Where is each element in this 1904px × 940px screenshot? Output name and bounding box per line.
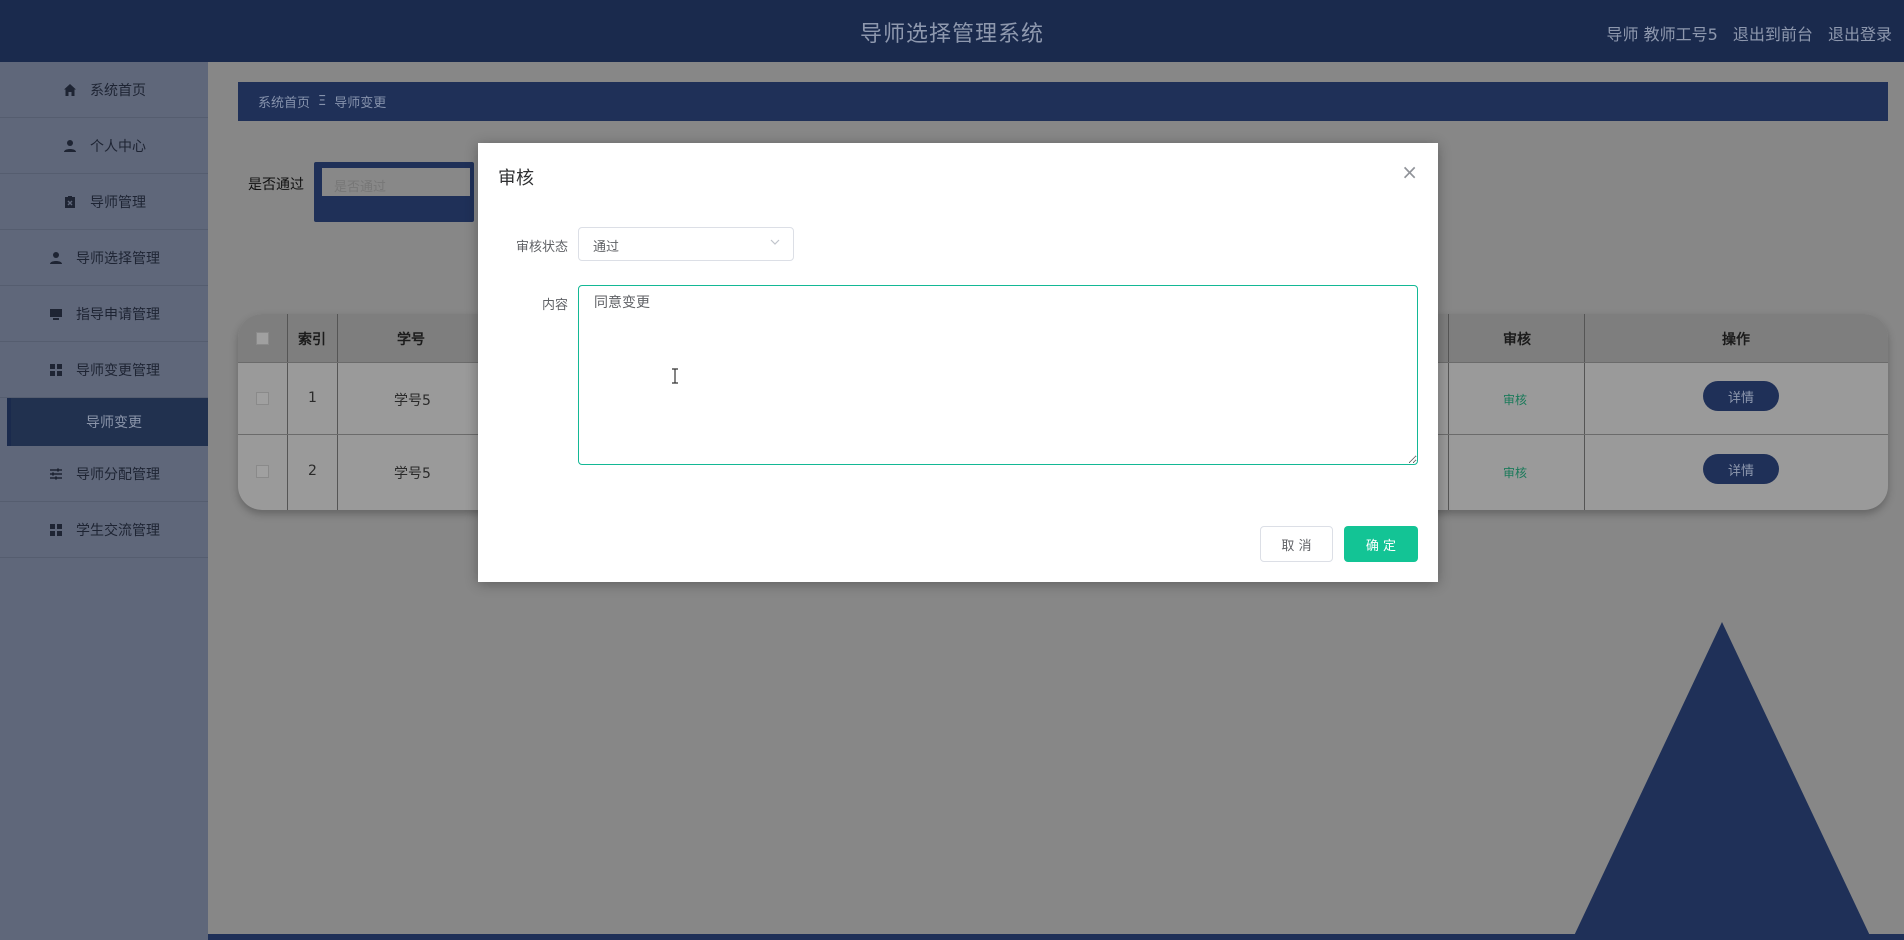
clipboard-icon [62, 194, 78, 210]
filter-label: 是否通过 [248, 177, 304, 193]
detail-button[interactable]: 详情 [1703, 381, 1779, 411]
audit-link[interactable]: 审核 [1503, 391, 1527, 408]
column-header-action: 操作 [1722, 332, 1750, 348]
decorative-triangle [1572, 622, 1872, 940]
sidebar-item-label: 系统首页 [90, 82, 146, 99]
logout-link[interactable]: 退出登录 [1828, 25, 1892, 44]
sidebar-item-apply[interactable]: 指导申请管理 [0, 286, 208, 342]
sidebar-item-label: 学生交流管理 [76, 522, 160, 539]
sidebar-item-label: 导师变更管理 [76, 362, 160, 379]
sidebar-item-label: 指导申请管理 [76, 306, 160, 323]
breadcrumb-home[interactable]: 系统首页 [258, 92, 310, 111]
breadcrumb-current: 导师变更 [334, 96, 387, 111]
sidebar-item-profile[interactable]: 个人中心 [0, 118, 208, 174]
sidebar-item-home[interactable]: 系统首页 [0, 62, 208, 118]
content-textarea[interactable]: 同意变更 [578, 285, 1418, 465]
sidebar-item-assign[interactable]: 导师分配管理 [0, 446, 208, 502]
content-label: 内容 [541, 298, 568, 313]
grid-icon [48, 362, 64, 378]
sidebar-item-exchange[interactable]: 学生交流管理 [0, 502, 208, 558]
close-icon[interactable]: × [1401, 160, 1418, 184]
back-front-link[interactable]: 退出到前台 [1733, 25, 1813, 44]
sidebar-item-label: 导师管理 [90, 194, 146, 211]
status-label: 审核状态 [515, 240, 568, 255]
detail-button[interactable]: 详情 [1703, 454, 1779, 484]
breadcrumb: 系统首页 Ξ 导师变更 [238, 82, 1888, 121]
sidebar-item-tutor-select[interactable]: 导师选择管理 [0, 230, 208, 286]
top-bar: 导师选择管理系统 导师 教师工号5 退出到前台 退出登录 [0, 0, 1904, 62]
user-info: 导师 教师工号5 [1606, 25, 1718, 44]
sidebar: 系统首页 个人中心 导师管理 导师选择管理 指导申请管理 导师变更管理 导师变更 [0, 62, 208, 940]
row-index: 1 [308, 390, 317, 406]
sidebar-item-change[interactable]: 导师变更管理 [0, 342, 208, 398]
column-header-student-id: 学号 [397, 332, 425, 348]
grid-icon [48, 522, 64, 538]
cancel-button[interactable]: 取 消 [1260, 526, 1333, 562]
row-index: 2 [308, 463, 317, 479]
breadcrumb-separator: Ξ [318, 94, 327, 109]
status-value: 通过 [593, 240, 620, 255]
status-select[interactable]: 通过 [578, 227, 794, 261]
sidebar-item-label: 个人中心 [90, 138, 146, 155]
audit-link[interactable]: 审核 [1503, 464, 1527, 481]
sidebar-item-label: 导师选择管理 [76, 250, 160, 267]
column-header-audit: 审核 [1503, 332, 1531, 348]
chevron-down-icon [769, 236, 781, 251]
column-header-index: 索引 [298, 332, 326, 348]
select-all-checkbox[interactable] [256, 332, 269, 345]
dialog-title: 审核 [498, 168, 534, 189]
confirm-button[interactable]: 确 定 [1344, 526, 1418, 562]
row-checkbox[interactable] [256, 392, 269, 405]
sliders-icon [48, 466, 64, 482]
text-cursor-icon [670, 368, 680, 388]
user-icon [62, 138, 78, 154]
audit-dialog: 审核 × 审核状态 通过 内容 同意变更 取 消 确 定 [478, 143, 1438, 582]
monitor-icon [48, 306, 64, 322]
home-icon [62, 82, 78, 98]
sidebar-subitem-tutor-change[interactable]: 导师变更 [7, 398, 208, 446]
bottom-bar [208, 934, 1904, 940]
row-checkbox[interactable] [256, 465, 269, 478]
user-area: 导师 教师工号5 退出到前台 退出登录 [1597, 21, 1893, 45]
sidebar-item-tutor[interactable]: 导师管理 [0, 174, 208, 230]
filter-select[interactable]: 是否通过 [314, 162, 474, 222]
filter-placeholder: 是否通过 [322, 168, 470, 196]
sidebar-item-label: 导师分配管理 [76, 466, 160, 483]
row-student-id: 学号5 [394, 393, 431, 409]
row-student-id: 学号5 [394, 466, 431, 482]
user-icon [48, 250, 64, 266]
